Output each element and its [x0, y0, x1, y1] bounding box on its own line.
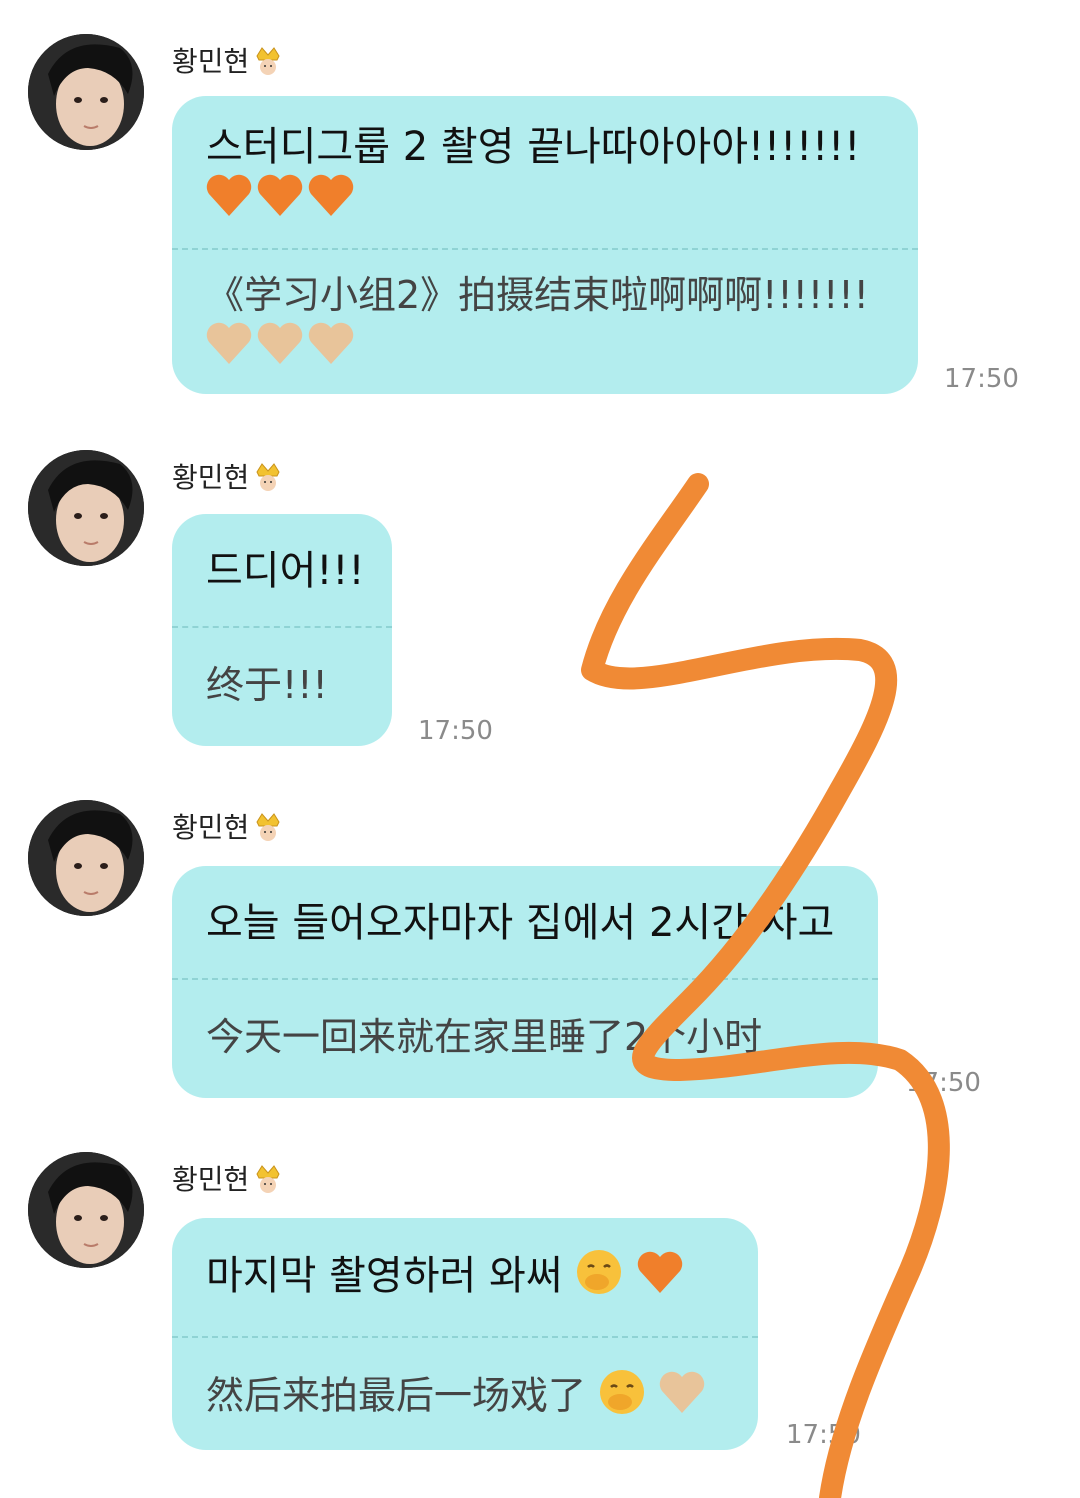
message-2: 황민현 드디어!!! 终于!!! 17:50: [0, 450, 1080, 750]
avatar[interactable]: [28, 1152, 144, 1268]
message-bubble[interactable]: 스터디그룹 2 촬영 끝나따아아아!!!!!!! 《学习小组2》拍摄结束啦啊啊啊…: [172, 96, 918, 394]
sender-name: 황민현: [172, 806, 283, 846]
korean-text: 오늘 들어오자마자 집에서 2시간 자고: [206, 900, 835, 946]
message-4: 황민현 마지막 촬영하러 와써 然后来拍最后一场戏了 17:50: [0, 1152, 1080, 1472]
message-bubble[interactable]: 오늘 들어오자마자 집에서 2시간 자고 今天一回来就在家里睡了2个小时: [172, 866, 878, 1098]
chinese-text-line: 《学习小组2》拍摄结束啦啊啊啊!!!!!!!: [206, 273, 869, 317]
korean-text-line: 스터디그룹 2 촬영 끝나따아아아!!!!!!!: [206, 124, 861, 170]
sender-label: 황민현: [172, 461, 250, 494]
crown-icon: [256, 47, 280, 75]
korean-text: 스터디그룹 2 촬영 끝나따아아아!!!!!!!: [172, 96, 918, 248]
message-bubble[interactable]: 마지막 촬영하러 와써 然后来拍最后一场戏了: [172, 1218, 758, 1450]
sender-label: 황민현: [172, 811, 250, 844]
avatar[interactable]: [28, 34, 144, 150]
beige-heart-icon: [206, 320, 356, 378]
message-3: 황민현 오늘 들어오자마자 집에서 2시간 자고 今天一回来就在家里睡了2个小时…: [0, 800, 1080, 1110]
hand-over-mouth-face-icon: [575, 1248, 623, 1308]
crown-icon: [256, 1165, 280, 1193]
crown-icon: [256, 813, 280, 841]
timestamp: 17:50: [786, 1420, 861, 1450]
korean-text-line: 마지막 촬영하러 와써: [206, 1253, 563, 1299]
chinese-text-line: 然后来拍最后一场戏了: [206, 1373, 587, 1418]
timestamp: 17:50: [418, 716, 493, 746]
chinese-text: 今天一回来就在家里睡了2个小时: [206, 1015, 763, 1059]
avatar[interactable]: [28, 450, 144, 566]
sender-name: 황민현: [172, 456, 283, 496]
korean-text: 마지막 촬영하러 와써: [172, 1218, 758, 1336]
orange-heart-icon: [206, 172, 356, 230]
avatar[interactable]: [28, 800, 144, 916]
chinese-text: 终于!!!: [206, 663, 328, 707]
sender-name: 황민현: [172, 40, 283, 80]
beige-heart-icon: [658, 1369, 706, 1427]
sender-label: 황민현: [172, 1163, 250, 1196]
crown-icon: [256, 463, 280, 491]
orange-heart-icon: [636, 1249, 684, 1307]
timestamp: 17:50: [944, 364, 1019, 394]
chinese-text: 《学习小组2》拍摄结束啦啊啊啊!!!!!!!: [172, 250, 918, 398]
message-bubble[interactable]: 드디어!!! 终于!!!: [172, 514, 392, 746]
chinese-text: 然后来拍最后一场戏了: [172, 1338, 758, 1448]
timestamp: 17:50: [906, 1068, 981, 1098]
hand-over-mouth-face-icon: [598, 1368, 646, 1428]
korean-text: 드디어!!!: [206, 548, 365, 594]
sender-name: 황민현: [172, 1158, 283, 1198]
sender-label: 황민현: [172, 45, 250, 78]
message-1: 황민현 스터디그룹 2 촬영 끝나따아아아!!!!!!! 《学习小组2》拍摄结束…: [0, 34, 1080, 404]
